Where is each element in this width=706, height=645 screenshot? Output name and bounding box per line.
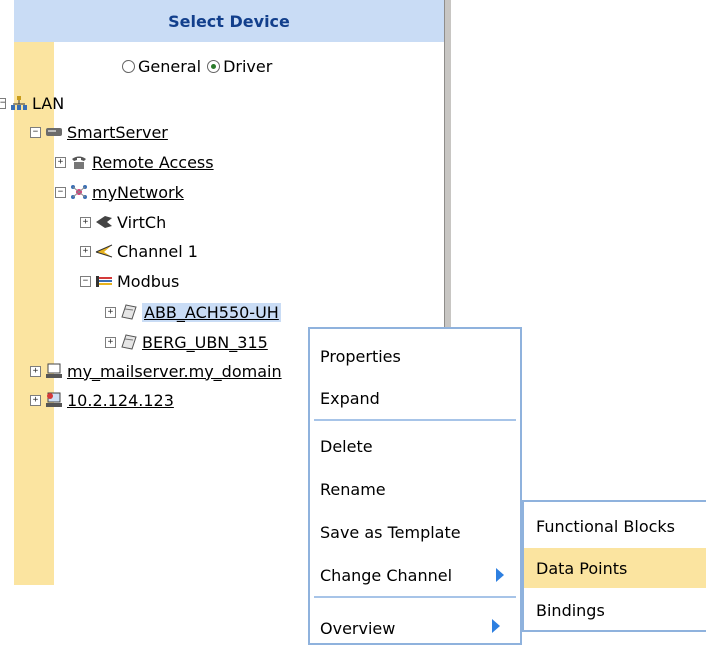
collapse-icon[interactable]: − [80,275,91,287]
tree-label-remote-access[interactable]: Remote Access [92,153,214,172]
expand-icon[interactable]: + [105,306,116,318]
lan-icon [10,95,28,111]
device-icon [120,334,138,350]
collapse-icon[interactable]: − [30,126,41,138]
submenu-bindings[interactable]: Bindings [524,590,706,630]
expand-icon[interactable]: + [55,156,66,168]
submenu-data-points[interactable]: Data Points [524,548,706,588]
tree-node-abb[interactable]: + ABB_ACH550-UH [105,301,281,323]
panel-title: Select Device [14,0,444,42]
menu-change-channel[interactable]: Change Channel [320,560,510,590]
menu-overview-label: Overview [320,618,396,638]
radio-general[interactable]: General [122,57,201,76]
virtual-channel-icon [95,214,113,230]
submenu-arrow-icon [496,568,504,582]
menu-separator [314,596,516,598]
radio-driver-label: Driver [223,57,273,76]
device-icon [120,304,138,320]
submenu-functional-blocks[interactable]: Functional Blocks [524,506,706,546]
tree-label-mailserver[interactable]: my_mailserver.my_domain [67,362,282,381]
tree-label-channel1: Channel 1 [117,241,198,261]
tree-label-berg[interactable]: BERG_UBN_315 [142,333,268,352]
tree-node-remote-access[interactable]: + Remote Access [55,151,214,173]
tree-label-abb[interactable]: ABB_ACH550-UH [142,302,281,322]
expand-icon[interactable]: + [105,336,116,348]
modbus-icon [95,273,113,289]
radio-driver-circle[interactable] [207,60,221,73]
network-icon [70,184,88,200]
menu-overview[interactable]: Overview [320,613,510,643]
phone-icon [70,154,88,170]
tree-node-channel1[interactable]: + Channel 1 [80,240,198,262]
radio-general-label: General [138,57,202,76]
menu-properties[interactable]: Properties [320,341,510,371]
expand-icon[interactable]: + [80,216,91,228]
menu-save-template[interactable]: Save as Template [320,517,510,547]
channel-icon [95,243,113,259]
tree-label-modbus: Modbus [117,271,180,291]
view-mode-group: General Driver [122,57,278,76]
tree-label-mynetwork[interactable]: myNetwork [92,183,184,202]
collapse-icon[interactable]: − [0,97,6,109]
tree-node-mynetwork[interactable]: − myNetwork [55,181,184,203]
tree-node-smartserver[interactable]: − SmartServer [30,121,168,143]
tree-node-mailserver[interactable]: + my_mailserver.my_domain [30,360,282,382]
computer-icon [45,363,63,379]
tree-node-modbus[interactable]: − Modbus [80,270,179,292]
expand-icon[interactable]: + [30,394,41,406]
tree-node-lan[interactable]: − LAN [0,92,64,114]
menu-change-channel-label: Change Channel [320,565,453,585]
server-icon [45,124,63,140]
computer-network-icon [45,392,63,408]
tree-label-lan: LAN [32,93,65,113]
menu-rename[interactable]: Rename [320,474,510,504]
radio-general-circle[interactable] [122,60,135,73]
menu-expand[interactable]: Expand [320,383,510,413]
tree-node-ip[interactable]: + 10.2.124.123 [30,389,174,411]
menu-separator [314,419,516,421]
panel-splitter[interactable] [444,0,451,340]
tree-label-virtch: VirtCh [117,212,167,232]
expand-icon[interactable]: + [80,245,91,257]
expand-icon[interactable]: + [30,365,41,377]
tree-node-virtch[interactable]: + VirtCh [80,211,166,233]
context-menu: Properties Expand Delete Rename Save as … [308,327,522,645]
menu-delete[interactable]: Delete [320,431,510,461]
left-gutter [14,0,54,585]
tree-label-smartserver[interactable]: SmartServer [67,123,168,142]
tree-node-berg[interactable]: + BERG_UBN_315 [105,331,268,353]
submenu-arrow-icon [492,619,500,633]
radio-driver[interactable]: Driver [207,57,272,76]
submenu: Functional Blocks Data Points Bindings [522,500,706,632]
tree-label-ip[interactable]: 10.2.124.123 [67,391,174,410]
collapse-icon[interactable]: − [55,186,66,198]
